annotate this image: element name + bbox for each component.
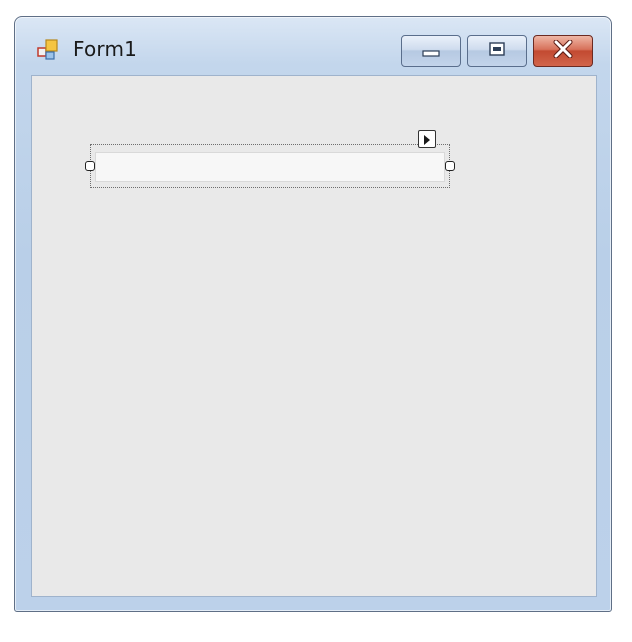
maximize-button[interactable]: [467, 35, 527, 67]
resize-handle-right[interactable]: [445, 161, 455, 171]
title-bar[interactable]: Form1: [15, 17, 611, 77]
form-client-area[interactable]: [31, 75, 597, 597]
close-button[interactable]: [533, 35, 593, 67]
resize-handle-left[interactable]: [85, 161, 95, 171]
smart-tag-button[interactable]: [418, 130, 436, 148]
close-icon: [552, 39, 574, 62]
form-app-icon[interactable]: [37, 39, 59, 61]
smart-tag-arrow-icon: [423, 130, 431, 149]
form1-window: Form1: [14, 16, 612, 612]
maximize-icon: [487, 41, 507, 61]
minimize-icon: [421, 42, 441, 61]
textbox-container: [85, 130, 455, 188]
window-title: Form1: [73, 37, 138, 61]
minimize-button[interactable]: [401, 35, 461, 67]
textbox1[interactable]: [95, 152, 445, 182]
